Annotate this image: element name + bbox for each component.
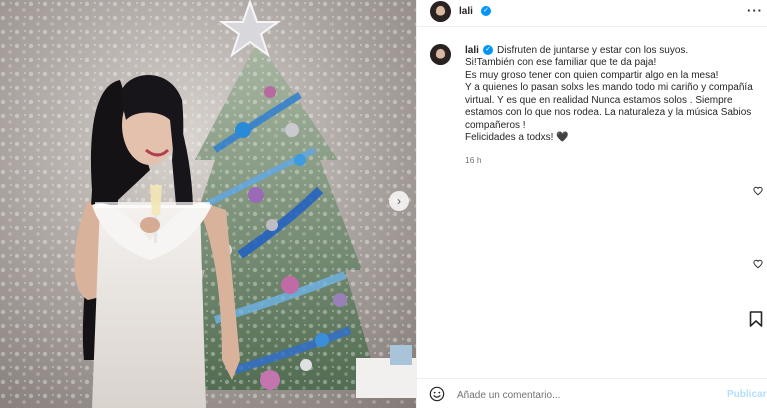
heart-icon[interactable]: [753, 259, 763, 269]
heart-icon[interactable]: [753, 186, 763, 196]
comment-input[interactable]: [457, 388, 697, 402]
caption-first-line: Disfruten de juntarse y estar con los su…: [497, 45, 689, 56]
caption-line: compañeros !: [465, 119, 526, 131]
more-options-icon[interactable]: ···: [747, 4, 763, 17]
bookmark-icon[interactable]: [749, 311, 763, 327]
next-photo-button[interactable]: ›: [389, 191, 409, 211]
comment-divider: [417, 378, 767, 379]
post-timestamp[interactable]: 16 h: [465, 155, 482, 165]
caption-line: virtual. Y es que en realidad Nunca esta…: [465, 94, 733, 106]
caption-line: Y a quienes lo pasan solxs les mando tod…: [465, 82, 753, 93]
caption-text: Si!También con ese familiar que te da pa…: [465, 57, 765, 145]
profile-avatar[interactable]: [430, 1, 451, 22]
caption-line: estamos con lo que nos rodea. La natural…: [465, 107, 752, 118]
post-photo[interactable]: ›: [0, 0, 416, 408]
post-header: lali ✓ ···: [417, 0, 767, 26]
instagram-post: › lali ✓ ··· lali ✓ Disfruten de juntars…: [0, 0, 767, 408]
verified-badge-icon: ✓: [483, 45, 493, 55]
post-sidebar: lali ✓ ··· lali ✓ Disfruten de juntarse …: [416, 0, 767, 408]
publish-button[interactable]: Publicar: [727, 389, 766, 400]
header-divider: [417, 26, 767, 27]
caption-line: Si!También con ese familiar que te da pa…: [465, 57, 657, 68]
caption-avatar[interactable]: [430, 44, 451, 65]
caption-username[interactable]: lali: [465, 45, 479, 56]
caption-line: Felicidades a todxs! 🖤: [465, 132, 569, 143]
chevron-right-icon: ›: [397, 194, 401, 208]
emoji-icon[interactable]: [429, 386, 445, 402]
caption-line: Es muy groso tener con quien compartir a…: [465, 69, 719, 81]
verified-badge-icon: ✓: [481, 6, 491, 16]
photo-illustration: [0, 0, 416, 408]
header-username[interactable]: lali: [459, 6, 473, 17]
